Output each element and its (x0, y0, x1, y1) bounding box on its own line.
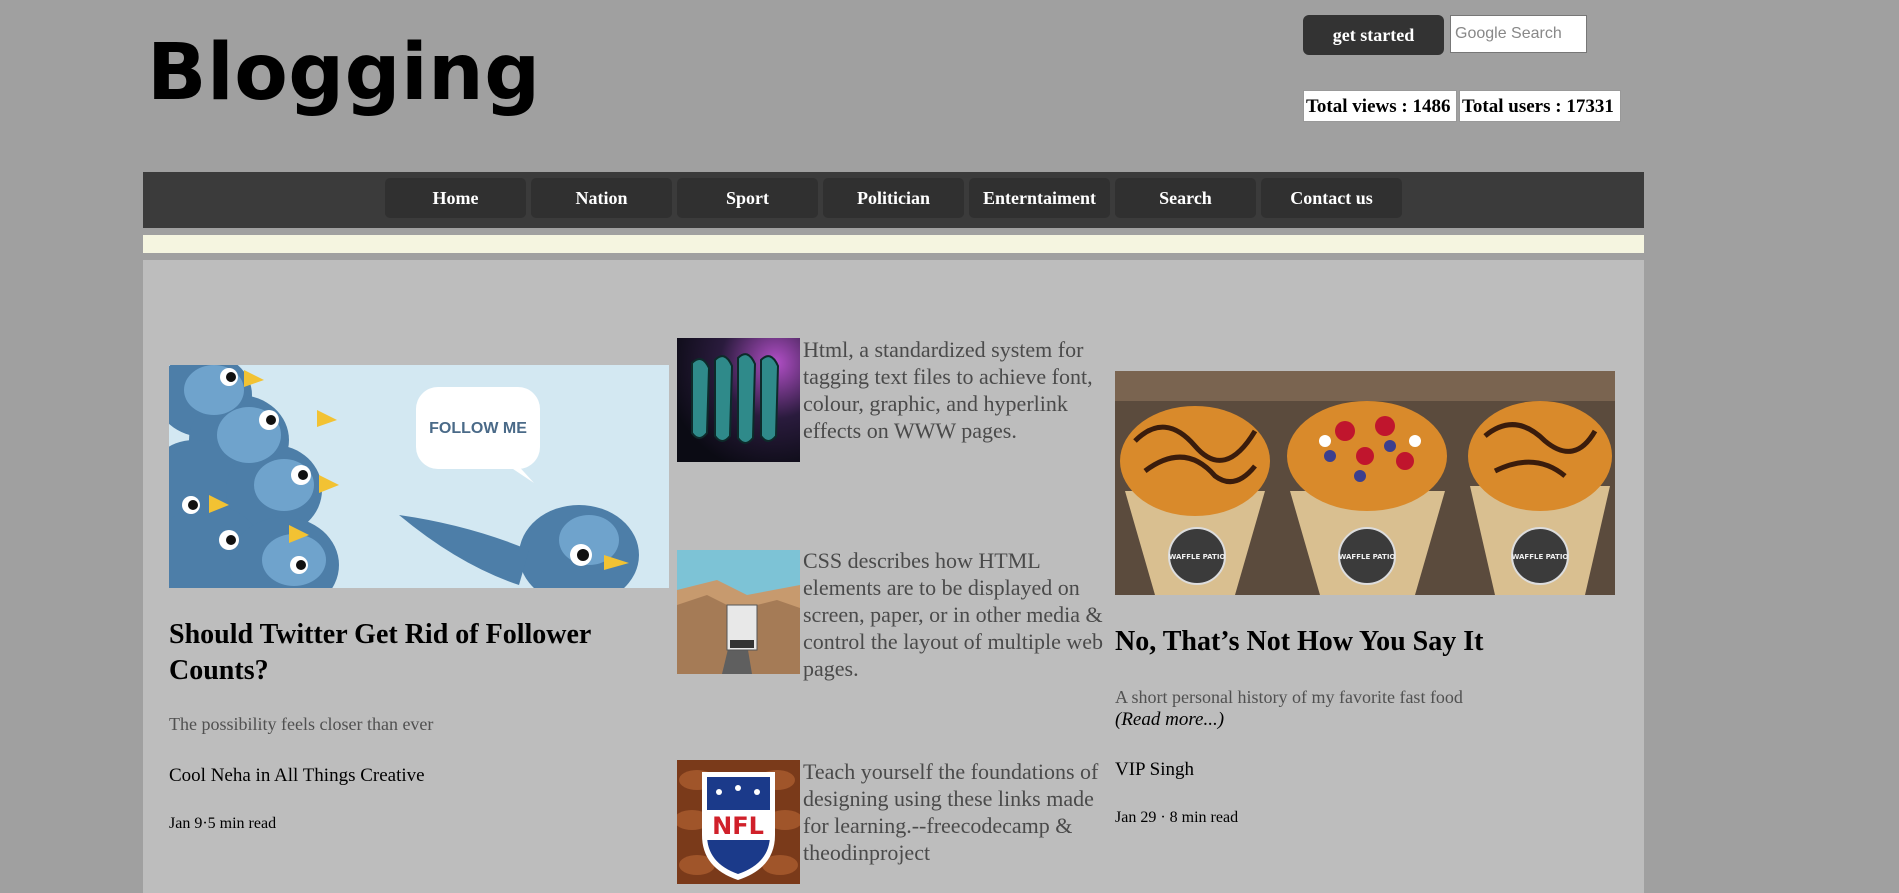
twitter-article-author[interactable]: Cool Neha in All Things Creative (169, 765, 425, 787)
total-users: Total users : 17331 (1459, 90, 1621, 122)
follow-me-text: FOLLOW ME (429, 420, 527, 437)
stats-bar: Total views : 1486 Total users : 17331 (1303, 90, 1621, 122)
svg-text:NFL: NFL (712, 812, 764, 840)
nfl-thumbnail[interactable]: NFL (677, 760, 800, 884)
get-started-button[interactable]: get started (1303, 15, 1444, 55)
css-thumbnail[interactable] (677, 550, 800, 674)
twitter-birds-illustration: FOLLOW ME (169, 365, 669, 588)
total-views: Total views : 1486 (1303, 90, 1457, 122)
waffle-article-subtitle: A short personal history of my favorite … (1115, 687, 1463, 707)
truck-road-image (677, 550, 800, 674)
nav-nation[interactable]: Nation (531, 178, 672, 218)
html-description: Html, a standardized system for tagging … (803, 337, 1093, 443)
google-search-input[interactable] (1450, 15, 1587, 53)
twitter-article-meta: Jan 9·5 min read (169, 815, 277, 832)
main-content: FOLLOW ME Should Twitter Get Rid of Foll… (143, 260, 1644, 893)
html-thumbnail[interactable] (677, 338, 800, 462)
twitter-birds-image[interactable]: FOLLOW ME (169, 365, 669, 588)
masks-image (677, 338, 800, 462)
twitter-article-title[interactable]: Should Twitter Get Rid of Follower Count… (169, 617, 649, 689)
design-learning-description: Teach yourself the foundations of design… (803, 759, 1099, 865)
nav-home[interactable]: Home (385, 178, 526, 218)
waffle-cones-image[interactable]: WAFFLE PATIO WAFFLE PATIO WAFFLE PATIO (1115, 371, 1615, 595)
nav-sport[interactable]: Sport (677, 178, 818, 218)
waffle-article-title[interactable]: No, That’s Not How You Say It (1115, 624, 1635, 660)
nav-entertainment[interactable]: Enterntaiment (969, 178, 1110, 218)
site-logo[interactable]: Blogging (147, 28, 541, 118)
css-description: CSS describes how HTML elements are to b… (803, 548, 1103, 681)
waffle-cones-illustration: WAFFLE PATIO WAFFLE PATIO WAFFLE PATIO (1115, 371, 1615, 595)
waffle-label-2: WAFFLE PATIO (1339, 553, 1396, 561)
twitter-article-subtitle: The possibility feels closer than ever (169, 714, 434, 734)
waffle-article-meta: Jan 29 · 8 min read (1115, 809, 1239, 826)
read-more-link[interactable]: (Read more...) (1115, 709, 1224, 731)
main-nav: Home Nation Sport Politician Enterntaime… (143, 172, 1644, 228)
waffle-label-3: WAFFLE PATIO (1512, 553, 1569, 561)
news-ticker-bar (143, 235, 1644, 253)
nav-search[interactable]: Search (1115, 178, 1256, 218)
waffle-label-1: WAFFLE PATIO (1169, 553, 1226, 561)
nav-politician[interactable]: Politician (823, 178, 964, 218)
waffle-article-author[interactable]: VIP Singh (1115, 759, 1194, 781)
nfl-logo-image: NFL (677, 760, 800, 884)
nav-contact[interactable]: Contact us (1261, 178, 1402, 218)
